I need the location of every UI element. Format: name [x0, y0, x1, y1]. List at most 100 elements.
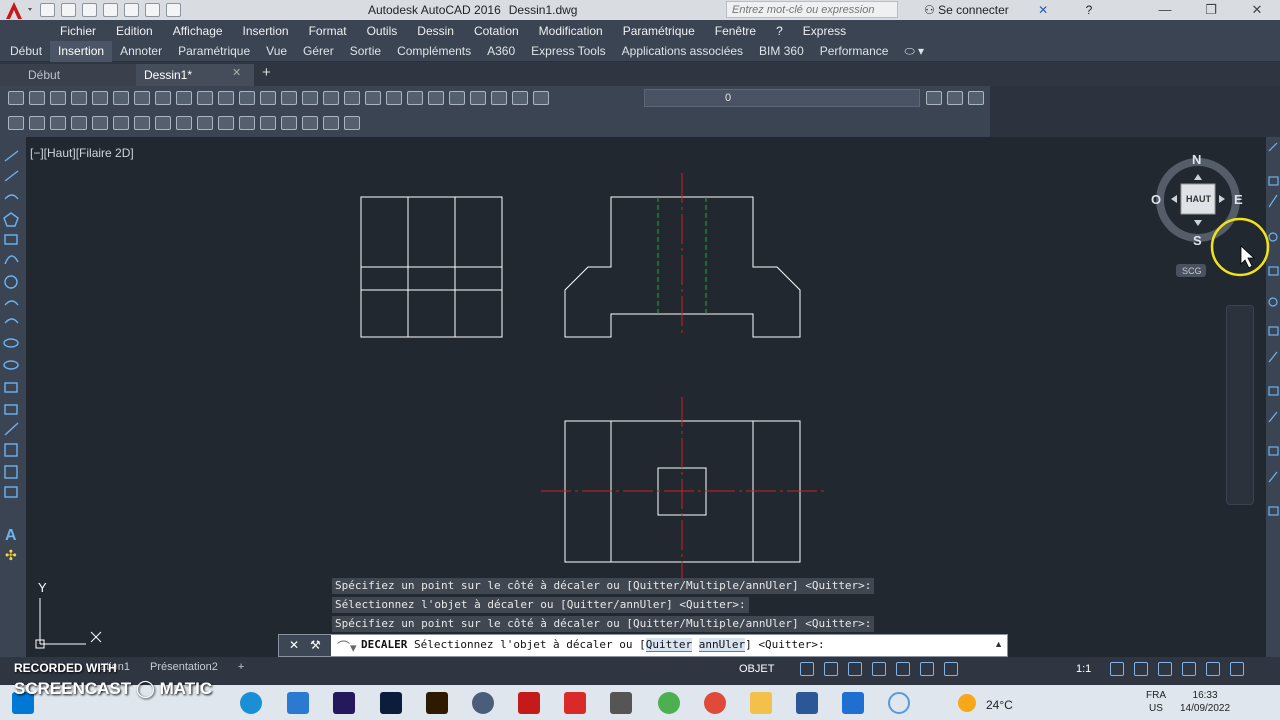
solidworks-icon[interactable] [564, 692, 586, 714]
menu-express[interactable]: Express [793, 24, 856, 38]
ucs-origin-icon[interactable] [29, 116, 45, 130]
restore-icon[interactable]: ❐ [1188, 0, 1234, 20]
close-window-icon[interactable]: ✕ [1234, 0, 1280, 20]
undo-icon[interactable] [145, 3, 160, 17]
design-center-icon[interactable] [428, 91, 444, 105]
ucs-icon-tool[interactable] [8, 116, 24, 130]
modify-palette-icons[interactable] [1266, 137, 1280, 657]
tab-bim360[interactable]: BIM 360 [751, 41, 812, 62]
clock[interactable]: 16:33 14/09/2022 [1180, 689, 1230, 715]
chrome-icon[interactable] [704, 692, 726, 714]
extend-icon[interactable] [113, 116, 129, 130]
sheet-set-icon[interactable] [470, 91, 486, 105]
ribbon-toggle-icon[interactable]: ⬭ ▾ [896, 41, 932, 62]
draw-palette-icons[interactable]: A ✣ [0, 137, 26, 657]
after-effects-icon[interactable] [333, 692, 355, 714]
tab-performance[interactable]: Performance [812, 41, 897, 62]
viewcube-top-face[interactable]: HAUT [1186, 194, 1211, 204]
layer-dropdown[interactable]: 0 [644, 89, 920, 107]
tab-applications-associees[interactable]: Applications associées [614, 41, 751, 62]
autocad-taskbar-icon[interactable] [518, 692, 540, 714]
units-icon[interactable] [1158, 662, 1172, 676]
menu-dessin[interactable]: Dessin [407, 24, 464, 38]
viewcube-east[interactable]: E [1234, 192, 1243, 207]
explorer-icon[interactable] [750, 692, 772, 714]
circle-tool-icon[interactable] [155, 116, 171, 130]
close-tab-icon[interactable]: ✕ [232, 66, 241, 79]
app-icon[interactable] [472, 692, 494, 714]
annotation-scale[interactable]: 1:1 [1076, 663, 1091, 675]
layer-props-icon[interactable] [926, 91, 942, 105]
rectangle-tool-icon[interactable] [344, 116, 360, 130]
tab-gerer[interactable]: Gérer [295, 41, 342, 62]
menu-help[interactable]: ? [766, 24, 793, 38]
clean-screen-icon[interactable] [1230, 662, 1244, 676]
model-space-button[interactable]: OBJET [739, 663, 774, 675]
word-icon[interactable] [796, 692, 818, 714]
plot-icon[interactable] [71, 91, 87, 105]
add-layout-icon[interactable]: + [228, 659, 254, 675]
print-icon[interactable] [124, 3, 139, 17]
paste-icon[interactable] [218, 91, 234, 105]
menu-outils[interactable]: Outils [357, 24, 408, 38]
photoshop-icon[interactable] [380, 692, 402, 714]
globe-icon[interactable] [155, 91, 171, 105]
media-icon[interactable] [842, 692, 864, 714]
menu-affichage[interactable]: Affichage [163, 24, 233, 38]
otrack-icon[interactable] [872, 662, 886, 676]
point-icon[interactable] [281, 116, 297, 130]
tools-icon[interactable] [610, 692, 632, 714]
markup-icon[interactable] [491, 91, 507, 105]
option-annuler[interactable]: annUler [698, 638, 746, 652]
zoom-window-icon[interactable] [365, 91, 381, 105]
calculator-icon[interactable] [512, 91, 528, 105]
autocad-logo-icon[interactable] [2, 0, 36, 20]
grid-icon[interactable] [800, 662, 814, 676]
redo-icon[interactable] [166, 3, 181, 17]
zoom-previous-icon[interactable] [386, 91, 402, 105]
menu-insertion[interactable]: Insertion [233, 24, 299, 38]
app-green-icon[interactable] [658, 692, 680, 714]
command-line[interactable]: ✕ ⚒ ⌒▾ DECALER Sélectionnez l'objet à dé… [278, 634, 1008, 657]
perpendicular-icon[interactable] [218, 116, 234, 130]
illustrator-icon[interactable] [426, 692, 448, 714]
command-history-toggle-icon[interactable]: ▲ [994, 639, 1003, 649]
recent-commands-icon[interactable]: ⌒▾ [337, 637, 357, 656]
search-input[interactable] [726, 1, 898, 18]
signin-button[interactable]: ⚇ Se connecter ✕ ? [924, 3, 1092, 17]
viewcube-south[interactable]: S [1193, 233, 1202, 248]
customize-icon[interactable]: ⚒ [310, 638, 321, 652]
3d-print-icon[interactable] [134, 91, 150, 105]
help-icon[interactable]: ? [1086, 3, 1093, 17]
viewcube-west[interactable]: O [1151, 192, 1161, 207]
viewcube-north[interactable]: N [1192, 152, 1201, 167]
break-icon[interactable] [134, 116, 150, 130]
new-file-icon[interactable] [40, 3, 55, 17]
menu-modification[interactable]: Modification [529, 24, 613, 38]
menu-format[interactable]: Format [299, 24, 357, 38]
mail-icon[interactable] [287, 692, 309, 714]
new-icon[interactable] [8, 91, 24, 105]
workspace-gear-icon[interactable] [1110, 662, 1124, 676]
isolate-icon[interactable] [1182, 662, 1196, 676]
construction-line-icon[interactable] [71, 116, 87, 130]
trim-icon[interactable] [92, 116, 108, 130]
ucs-menu[interactable]: SCG [1182, 266, 1202, 276]
navigation-bar[interactable] [1226, 305, 1254, 505]
tab-annoter[interactable]: Annoter [112, 41, 170, 62]
eraser-icon[interactable] [260, 116, 276, 130]
redo-tool-icon[interactable] [302, 91, 318, 105]
menu-parametrique[interactable]: Paramétrique [613, 24, 705, 38]
scale-icon[interactable] [302, 116, 318, 130]
parallel-icon[interactable] [239, 116, 255, 130]
properties-icon[interactable] [407, 91, 423, 105]
save-as-icon[interactable] [103, 3, 118, 17]
language-indicator[interactable]: FRA US [1146, 689, 1166, 715]
new-tab-icon[interactable]: + [262, 64, 271, 81]
match-properties-icon[interactable] [239, 91, 255, 105]
open-file-icon[interactable] [61, 3, 76, 17]
publish-icon[interactable] [113, 91, 129, 105]
preview-icon[interactable] [92, 91, 108, 105]
help-tool-icon[interactable] [533, 91, 549, 105]
measure-icon[interactable] [323, 116, 339, 130]
